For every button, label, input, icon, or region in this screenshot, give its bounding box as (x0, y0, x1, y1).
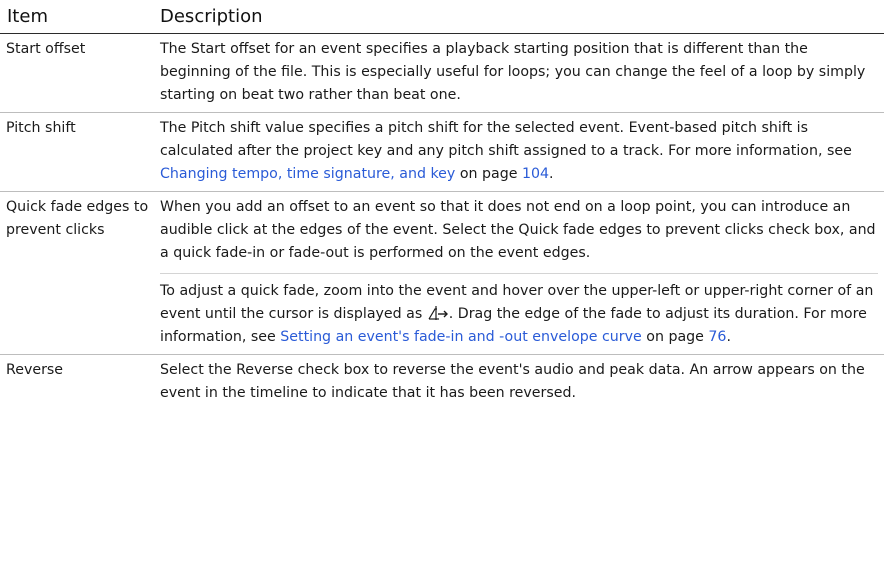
description-paragraph: To adjust a quick fade, zoom into the ev… (160, 273, 878, 349)
link-setting-fade[interactable]: Setting an event's fade-in and -out enve… (280, 329, 642, 345)
link-changing-tempo[interactable]: Changing tempo, time signature, and key (160, 166, 455, 182)
fade-cursor-icon (427, 305, 449, 321)
header-item: Item (7, 6, 48, 27)
link-page-76[interactable]: 76 (708, 329, 726, 345)
row-text: . (726, 329, 731, 345)
row-text: on page (455, 166, 522, 182)
properties-table: Item Description Start offset The Start … (0, 0, 884, 410)
link-page-104[interactable]: 104 (522, 166, 549, 182)
row-item: Start offset (6, 41, 86, 57)
row-description: When you add an offset to an event so th… (156, 192, 884, 354)
row-item-line: Quick fade edges to (6, 199, 149, 215)
row-item: Reverse (6, 362, 64, 378)
table-row: Quick fade edges to prevent clicks When … (0, 192, 884, 355)
row-text: . (549, 166, 554, 182)
row-description: The Pitch shift value specifies a pitch … (156, 113, 884, 191)
row-item: Quick fade edges to prevent clicks (0, 192, 156, 354)
table-row: Start offset The Start offset for an eve… (0, 34, 884, 113)
table-row: Reverse Select the Reverse check box to … (0, 355, 884, 410)
table-row: Pitch shift The Pitch shift value specif… (0, 113, 884, 192)
row-item-line: prevent clicks (6, 222, 105, 238)
table-header: Item Description (0, 0, 884, 34)
row-text: on page (641, 329, 709, 345)
row-description: The Start offset for an event specifies … (160, 41, 866, 103)
description-paragraph: When you add an offset to an event so th… (160, 199, 876, 261)
header-description: Description (160, 6, 263, 27)
row-item: Pitch shift (6, 120, 76, 136)
row-description: Select the Reverse check box to reverse … (160, 362, 865, 401)
row-text: The Pitch shift value specifies a pitch … (160, 120, 852, 159)
